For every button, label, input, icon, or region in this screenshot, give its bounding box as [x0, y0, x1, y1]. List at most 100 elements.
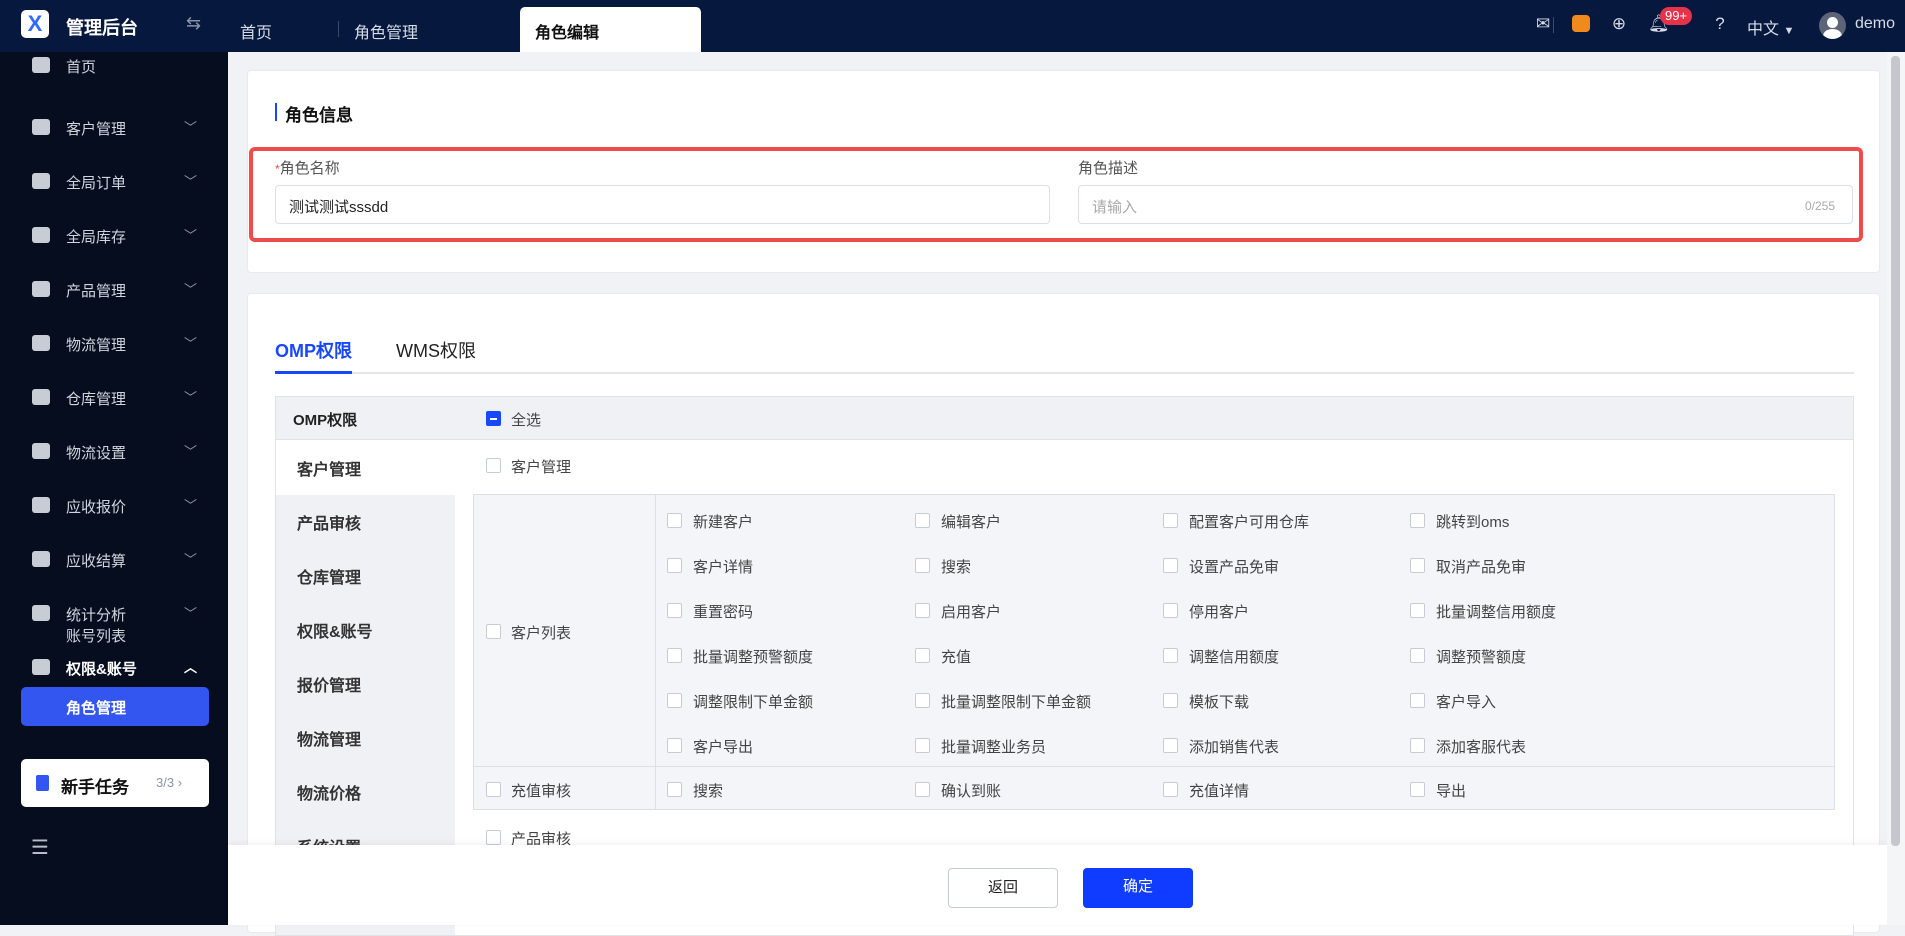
sidebar-item[interactable]: 产品管理 ﹀ [0, 269, 228, 309]
permission-checkbox[interactable] [1410, 648, 1425, 663]
bag-icon [32, 281, 50, 297]
permission-checkbox[interactable] [667, 693, 682, 708]
section-checkbox[interactable] [486, 782, 501, 797]
permission-checkbox[interactable] [1410, 513, 1425, 528]
group-checkbox[interactable] [486, 458, 501, 473]
category-item[interactable]: 权限&账号 [297, 618, 373, 642]
tab-divider [338, 21, 339, 37]
permission-checkbox[interactable] [915, 648, 930, 663]
permission-checkbox[interactable] [1163, 513, 1178, 528]
category-item[interactable]: 报价管理 [297, 672, 361, 696]
sidebar-item[interactable]: 首页 [0, 52, 228, 85]
permission-checkbox[interactable] [1163, 558, 1178, 573]
download-icon[interactable]: ⊕ [1609, 14, 1629, 34]
permission-checkbox[interactable] [667, 648, 682, 663]
permission-label: 充值详情 [1189, 783, 1250, 800]
permission-label: 批量调整预警额度 [693, 649, 814, 666]
avatar[interactable] [1819, 12, 1846, 39]
permission-checkbox[interactable] [1410, 738, 1425, 753]
permission-label: 新建客户 [693, 514, 754, 531]
sidebar-item[interactable]: 客户管理 ﹀ [0, 107, 228, 147]
sidebar-item[interactable]: 物流设置 ﹀ [0, 431, 228, 471]
permission-label: 添加销售代表 [1189, 739, 1280, 756]
role-name-input[interactable]: 测试测试sssdd [275, 185, 1050, 224]
robot-icon[interactable] [1572, 15, 1590, 32]
sidebar-subitem-role-management[interactable]: 角色管理 [21, 687, 209, 726]
sidebar-item[interactable]: 仓库管理 ﹀ [0, 377, 228, 417]
language-select[interactable]: 中文 ▼ [1747, 15, 1794, 39]
category-item[interactable]: 仓库管理 [297, 564, 361, 588]
back-button[interactable]: 返回 [948, 868, 1058, 908]
store-icon [32, 389, 50, 405]
category-item[interactable]: 产品审核 [297, 510, 361, 534]
scrollbar-thumb[interactable] [1891, 56, 1900, 846]
permission-checkbox[interactable] [667, 738, 682, 753]
permission-checkbox[interactable] [1410, 558, 1425, 573]
tab-wms-permissions[interactable]: WMS权限 [396, 337, 476, 363]
permission-checkbox[interactable] [1163, 738, 1178, 753]
sidebar-item-label: 应收结算 [66, 553, 127, 570]
permission-checkbox[interactable] [915, 693, 930, 708]
permission-label: 调整限制下单金额 [693, 694, 814, 711]
clipboard-icon [36, 775, 49, 791]
permission-label: 导出 [1436, 783, 1467, 800]
permission-label: 跳转到oms [1436, 514, 1510, 531]
sidebar-item[interactable]: 全局库存 ﹀ [0, 215, 228, 255]
sidebar-item[interactable]: 全局订单 ﹀ [0, 161, 228, 201]
permission-checkbox[interactable] [667, 558, 682, 573]
permission-label: 客户导出 [693, 739, 754, 756]
tab-role-edit[interactable]: 角色编辑 [520, 7, 701, 52]
confirm-button[interactable]: 确定 [1083, 868, 1193, 908]
permission-checkbox[interactable] [1163, 693, 1178, 708]
permission-checkbox[interactable] [915, 603, 930, 618]
permission-checkbox[interactable] [667, 513, 682, 528]
next-group-checkbox[interactable] [486, 830, 501, 845]
permission-checkbox[interactable] [915, 513, 930, 528]
permission-checkbox[interactable] [1163, 782, 1178, 797]
sidebar-item[interactable]: 权限&账号 ︿ [0, 647, 228, 687]
permission-checkbox[interactable] [1410, 782, 1425, 797]
permission-checkbox[interactable] [1163, 603, 1178, 618]
permission-checkbox[interactable] [667, 782, 682, 797]
divider [1553, 17, 1554, 33]
category-item[interactable]: 客户管理 [297, 456, 361, 480]
permission-label: 批量调整限制下单金额 [941, 694, 1092, 711]
select-all-checkbox[interactable] [486, 411, 501, 426]
onboarding-tasks-card[interactable]: 新手任务 3/3 › [21, 759, 209, 807]
permission-checkbox[interactable] [1410, 693, 1425, 708]
chevron-down-icon: ﹀ [184, 390, 198, 405]
role-desc-textarea[interactable]: 请输入 [1078, 185, 1853, 224]
permission-label: 编辑客户 [941, 514, 1002, 531]
logo-icon: X [21, 10, 49, 38]
tab-omp-permissions[interactable]: OMP权限 [275, 337, 352, 363]
permission-checkbox[interactable] [915, 738, 930, 753]
sidebar-subitem-account-list[interactable]: 账号列表 [66, 625, 126, 646]
language-label: 中文 [1747, 21, 1780, 38]
tab-role-management[interactable]: 角色管理 [354, 19, 418, 43]
sidebar-item-label: 物流管理 [66, 337, 127, 354]
tab-home[interactable]: 首页 [240, 19, 272, 43]
permission-checkbox[interactable] [915, 558, 930, 573]
sidebar-item[interactable]: 应收结算 ﹀ [0, 539, 228, 579]
permission-checkbox[interactable] [1163, 648, 1178, 663]
permission-label: 批量调整业务员 [941, 739, 1047, 756]
sidebar-item-label: 客户管理 [66, 121, 127, 138]
category-item[interactable]: 物流价格 [297, 780, 361, 804]
notification-badge: 99+ [1660, 7, 1693, 25]
section-checkbox[interactable] [486, 624, 501, 639]
permission-label: 模板下载 [1189, 694, 1250, 711]
permission-label: 调整预警额度 [1436, 649, 1527, 666]
sidebar-item[interactable]: 物流管理 ﹀ [0, 323, 228, 363]
collapse-toggle-icon[interactable]: ⇆ [186, 13, 201, 34]
document-icon [32, 497, 50, 513]
menu-fold-icon[interactable]: ☰ [31, 835, 49, 860]
permission-checkbox[interactable] [667, 603, 682, 618]
username[interactable]: demo [1855, 15, 1895, 33]
inbox-icon[interactable]: ✉ [1533, 14, 1553, 34]
divider [473, 766, 1835, 767]
category-item[interactable]: 物流管理 [297, 726, 361, 750]
permission-checkbox[interactable] [915, 782, 930, 797]
help-icon[interactable]: ? [1710, 14, 1730, 34]
permission-checkbox[interactable] [1410, 603, 1425, 618]
sidebar-item[interactable]: 应收报价 ﹀ [0, 485, 228, 525]
